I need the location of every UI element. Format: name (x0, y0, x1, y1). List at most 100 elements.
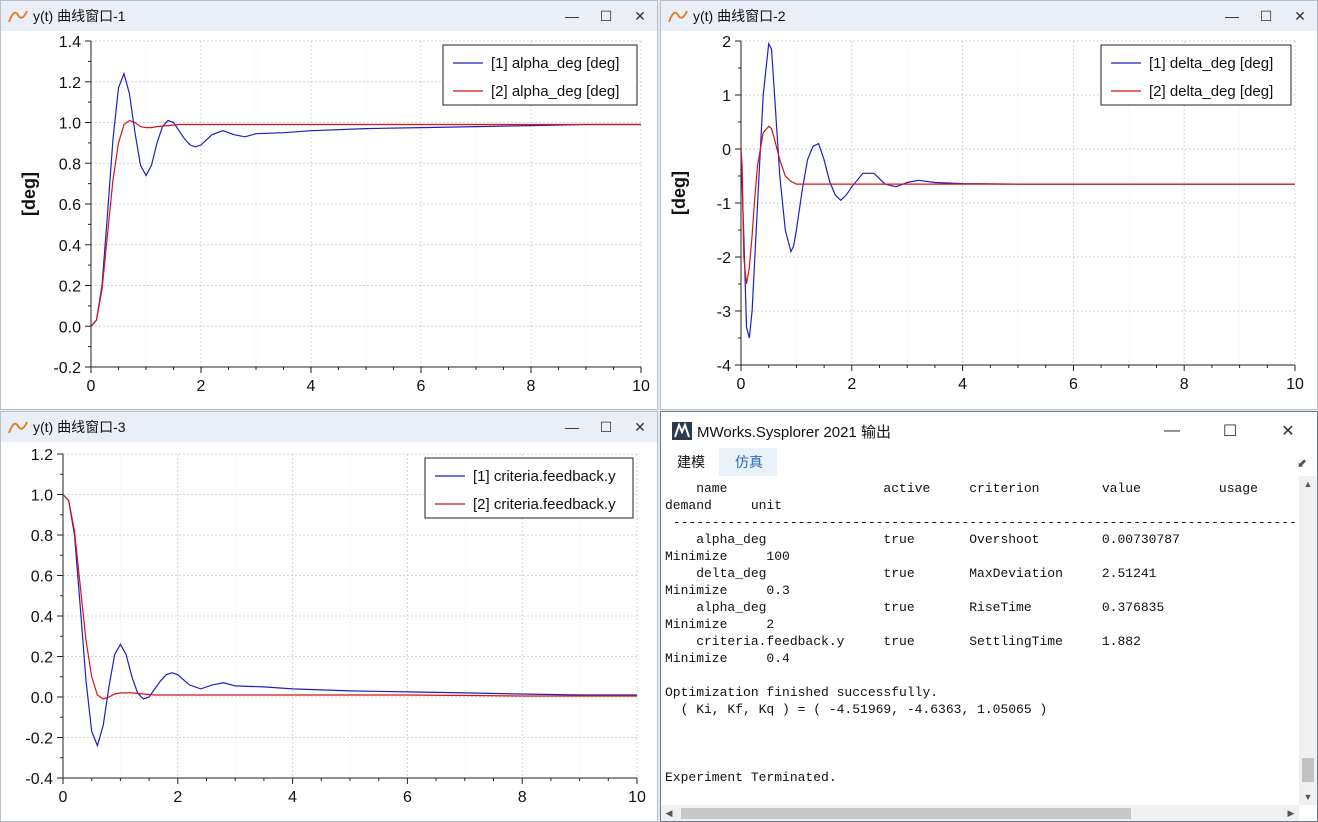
console-line: alpha_deg true Overshoot 0.00730787 (665, 532, 1180, 547)
console-line: Experiment Terminated. (665, 770, 837, 785)
plot-window-3[interactable]: y(t) 曲线窗口-3 — ☐ ✕ 0 2 4 6 8 10 -0.4 -0.2 0.0 0.2 0… (0, 411, 658, 822)
horizontal-scrollbar[interactable]: ◀ ▶ (661, 805, 1299, 821)
x-tick-label: 10 (632, 378, 650, 395)
y-axis-title: [deg] (669, 171, 689, 215)
legend-entry-2: [2] criteria.feedback.y (473, 496, 616, 513)
curve-window-icon (8, 421, 28, 434)
minimize-button[interactable]: — (1143, 412, 1201, 450)
tab-modeling[interactable]: 建模 (661, 448, 719, 476)
x-tick-label: 0 (59, 789, 68, 806)
minimize-button[interactable]: — (555, 1, 589, 31)
scroll-thumb[interactable] (1302, 758, 1314, 782)
legend-entry-1: [1] alpha_deg [deg] (491, 55, 619, 72)
x-tick-label: 2 (197, 378, 206, 395)
y-tick-label: 1.2 (59, 75, 81, 92)
console-line: delta_deg true MaxDeviation 2.51241 (665, 566, 1157, 581)
close-button[interactable]: ✕ (1283, 1, 1317, 31)
legend-entry-2: [2] delta_deg [deg] (1149, 83, 1273, 100)
scroll-thumb[interactable] (681, 808, 1131, 819)
close-button[interactable]: ✕ (623, 412, 657, 442)
console-line: ( Ki, Kf, Kq ) = ( -4.51969, -4.6363, 1.… (665, 702, 1048, 717)
series-line-1 (91, 71, 641, 327)
output-window[interactable]: MWorks.Sysplorer 2021 输出 — ☐ ✕ 建模 仿真 ⬋ n… (660, 411, 1318, 822)
line-chart-1[interactable]: 0 2 4 6 8 10 -0.2 0.0 0.2 0.4 0.6 0.8 1.0 1.2 1.4 [deg]… (1, 31, 657, 409)
plot-area[interactable]: 0 2 4 6 8 10 -0.4 -0.2 0.0 0.2 0.4 0.6 0.8 1.0 1.2 [1] … (1, 442, 657, 821)
console-line: criteria.feedback.y true SettlingTime 1.… (665, 634, 1141, 649)
console-line: ----------------------------------------… (672, 515, 1299, 530)
y-tick-label: 1.0 (31, 488, 53, 505)
plot-window-2[interactable]: y(t) 曲线窗口-2 — ☐ ✕ 0 2 4 6 8 10 -4 -3 -2 -1 0 1 2 [deg… (660, 0, 1318, 410)
tab-simulation[interactable]: 仿真 (719, 448, 777, 476)
x-tick-label: 8 (518, 789, 527, 806)
console-line: demand unit (665, 498, 783, 513)
x-tick-label: 6 (1069, 376, 1078, 393)
series-line-2 (91, 119, 641, 327)
pin-icon[interactable]: ⬋ (1297, 456, 1307, 470)
minimize-button[interactable]: — (555, 412, 589, 442)
title-bar[interactable]: y(t) 曲线窗口-2 — ☐ ✕ (661, 1, 1317, 31)
y-tick-label: 1.0 (59, 116, 81, 133)
y-tick-label: 1.2 (31, 447, 53, 464)
line-chart-3[interactable]: 0 2 4 6 8 10 -0.4 -0.2 0.0 0.2 0.4 0.6 0.8 1.0 1.2 [1] … (1, 442, 657, 821)
x-tick-label: 4 (958, 376, 967, 393)
y-tick-label: -2 (717, 250, 731, 267)
maximize-button[interactable]: ☐ (589, 412, 623, 442)
console-line: Optimization finished successfully. (665, 685, 939, 700)
curve-window-icon (8, 10, 28, 23)
close-button[interactable]: ✕ (1259, 412, 1317, 450)
legend-entry-2: [2] alpha_deg [deg] (491, 83, 619, 100)
y-tick-label: 0.6 (59, 197, 81, 214)
scroll-left-icon[interactable]: ◀ (661, 805, 677, 821)
y-tick-label: -1 (717, 196, 731, 213)
close-button[interactable]: ✕ (623, 1, 657, 31)
plot-window-1[interactable]: y(t) 曲线窗口-1 — ☐ ✕ 0 2 4 6 8 10 -0.2 0.0 0.2 0.4 0.… (0, 0, 658, 410)
curve-window-icon (668, 10, 688, 23)
y-tick-label: -3 (717, 304, 731, 321)
output-console[interactable]: name active criterion value usage demand … (665, 480, 1299, 805)
title-bar[interactable]: y(t) 曲线窗口-1 — ☐ ✕ (1, 1, 657, 31)
plot-area[interactable]: 0 2 4 6 8 10 -4 -3 -2 -1 0 1 2 [deg] [1] delta_deg [de… (661, 31, 1317, 409)
scroll-down-icon[interactable]: ▼ (1299, 789, 1317, 805)
y-tick-label: 0.6 (31, 569, 53, 586)
title-bar[interactable]: MWorks.Sysplorer 2021 输出 — ☐ ✕ (661, 412, 1317, 450)
y-tick-label: 0.0 (59, 319, 81, 336)
window-title: y(t) 曲线窗口-3 (33, 419, 126, 435)
scroll-up-icon[interactable]: ▲ (1299, 476, 1317, 492)
y-tick-label: 0.0 (31, 690, 53, 707)
x-tick-label: 4 (288, 789, 297, 806)
y-tick-label: 1 (722, 88, 731, 105)
console-line: name active criterion value usage (665, 481, 1258, 496)
y-tick-label: -0.4 (25, 771, 53, 788)
x-tick-label: 2 (847, 376, 856, 393)
scroll-right-icon[interactable]: ▶ (1283, 805, 1299, 821)
legend-entry-1: [1] criteria.feedback.y (473, 468, 616, 485)
y-axis-title: [deg] (19, 172, 39, 216)
console-line: alpha_deg true RiseTime 0.376835 (665, 600, 1165, 615)
y-tick-label: 0.2 (59, 279, 81, 296)
minimize-button[interactable]: — (1215, 1, 1249, 31)
console-line: Minimize 0.4 (665, 651, 790, 666)
maximize-button[interactable]: ☐ (589, 1, 623, 31)
maximize-button[interactable]: ☐ (1249, 1, 1283, 31)
y-tick-label: 0 (722, 142, 731, 159)
series-line-1 (63, 494, 637, 748)
vertical-scrollbar[interactable]: ▲ ▼ (1299, 476, 1317, 805)
y-tick-label: 0.2 (31, 650, 53, 667)
y-tick-label: 0.4 (31, 609, 53, 626)
line-chart-2[interactable]: 0 2 4 6 8 10 -4 -3 -2 -1 0 1 2 [deg] [1] delta_deg [de… (661, 31, 1317, 409)
title-bar[interactable]: y(t) 曲线窗口-3 — ☐ ✕ (1, 412, 657, 442)
y-tick-label: 2 (722, 34, 731, 51)
console-line: Minimize 2 (665, 617, 775, 632)
y-tick-label: -0.2 (25, 731, 53, 748)
maximize-button[interactable]: ☐ (1201, 412, 1259, 450)
y-tick-label: 1.4 (59, 34, 81, 51)
console-line: Minimize 0.3 (665, 583, 790, 598)
y-tick-label: -4 (717, 358, 731, 375)
legend-entry-1: [1] delta_deg [deg] (1149, 55, 1273, 72)
x-tick-label: 10 (1286, 376, 1304, 393)
plot-area[interactable]: 0 2 4 6 8 10 -0.2 0.0 0.2 0.4 0.6 0.8 1.0 1.2 1.4 [deg]… (1, 31, 657, 409)
